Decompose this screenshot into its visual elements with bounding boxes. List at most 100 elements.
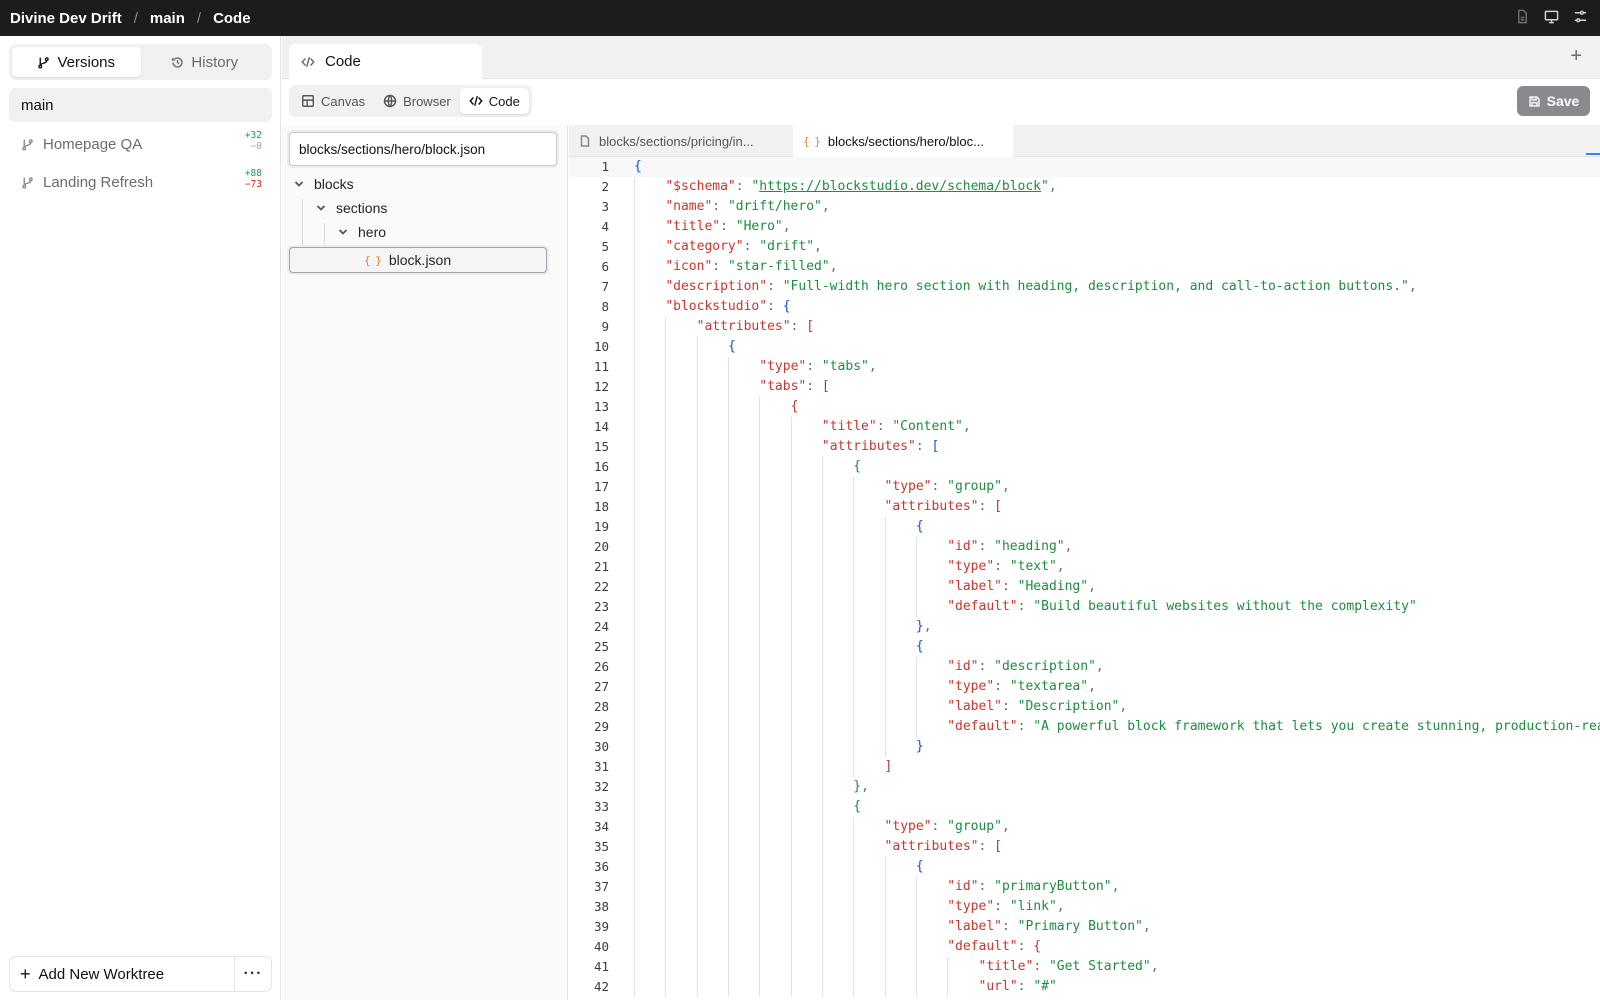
code-token: "text"	[1009, 559, 1057, 574]
line-number: 26	[593, 659, 609, 674]
line-number: 21	[593, 559, 609, 574]
code-line[interactable]: 5 "category": "drift",	[569, 237, 1600, 257]
code-line[interactable]: 11 "type": "tabs",	[569, 357, 1600, 377]
tab-history[interactable]: History	[141, 47, 270, 77]
add-tab-button[interactable]: +	[1570, 46, 1582, 66]
indent-guide	[634, 977, 635, 997]
more-options-button[interactable]: ···	[235, 957, 271, 991]
monitor-icon[interactable]	[1544, 9, 1559, 27]
code-line[interactable]: 40 "default": {	[569, 937, 1600, 957]
code-line[interactable]: 29 "default": "A powerful block framework…	[569, 717, 1600, 737]
line-number: 22	[593, 579, 609, 594]
tree-file-block-json[interactable]: { } block.json	[364, 248, 451, 272]
indent-guide	[821, 597, 823, 617]
code-line[interactable]: 28 "label": "Description",	[569, 697, 1600, 717]
diff-stat: +88 −73	[245, 168, 262, 190]
indent-guide	[665, 617, 667, 637]
tab-code[interactable]: Code	[289, 44, 482, 79]
code-area[interactable]: 1{2 "$schema": "https://blockstudio.dev/s…	[569, 157, 1600, 997]
code-text: "title": "Content",	[822, 417, 971, 437]
line-number: 34	[593, 819, 609, 834]
tab-versions[interactable]: Versions	[12, 47, 141, 77]
tree-folder-sections[interactable]: sections	[316, 196, 387, 220]
mode-code[interactable]: Code	[459, 88, 529, 114]
code-token: ,	[1056, 899, 1065, 914]
code-line[interactable]: 13 {	[569, 397, 1600, 417]
document-icon[interactable]	[1515, 9, 1530, 27]
code-line[interactable]: 15 "attributes": [	[569, 437, 1600, 457]
worktree-item-homepage-qa[interactable]: Homepage QA +32 −0	[9, 126, 272, 162]
code-line[interactable]: 1{	[569, 157, 1600, 177]
code-line[interactable]: 27 "type": "textarea",	[569, 677, 1600, 697]
code-line[interactable]: 10 {	[569, 337, 1600, 357]
code-line[interactable]: 26 "id": "description",	[569, 657, 1600, 677]
line-number: 18	[593, 499, 609, 514]
indent-guide	[853, 817, 855, 837]
code-token: "textarea"	[1009, 679, 1089, 694]
code-line[interactable]: 3 "name": "drift/hero",	[569, 197, 1600, 217]
code-line[interactable]: 7 "description": "Full-width hero section…	[569, 277, 1600, 297]
code-line[interactable]: 38 "type": "link",	[569, 897, 1600, 917]
code-line[interactable]: 31]	[569, 757, 1600, 777]
code-line[interactable]: 14 "title": "Content",	[569, 417, 1600, 437]
save-button[interactable]: Save	[1517, 86, 1590, 116]
code-line[interactable]: 4 "title": "Hero",	[569, 217, 1600, 237]
editor-tab-hero-block[interactable]: { } blocks/sections/hero/bloc...	[793, 125, 1013, 157]
breadcrumb-project[interactable]: Divine Dev Drift	[10, 10, 122, 27]
mode-canvas[interactable]: Canvas	[292, 88, 374, 114]
code-line[interactable]: 32},	[569, 777, 1600, 797]
indent-guide	[759, 877, 761, 897]
indent-guide	[853, 497, 855, 517]
code-token: :	[978, 879, 995, 894]
code-line[interactable]: 33 {	[569, 797, 1600, 817]
worktree-item-landing-refresh[interactable]: Landing Refresh +88 −73	[9, 164, 272, 200]
code-line[interactable]: 2 "$schema": "https://blockstudio.dev/sch…	[569, 177, 1600, 197]
code-line[interactable]: 8 "blockstudio": {	[569, 297, 1600, 317]
indent-guide	[634, 297, 635, 317]
indent-guide	[696, 957, 698, 977]
breadcrumb-branch[interactable]: main	[150, 10, 185, 27]
tree-folder-hero[interactable]: hero	[338, 220, 386, 244]
add-worktree-button[interactable]: + Add New Worktree	[10, 957, 235, 991]
indent-guide	[821, 777, 823, 797]
editor-tab-pricing[interactable]: blocks/sections/pricing/in...	[569, 125, 789, 157]
code-line[interactable]: 23 "default": "Build beautiful websites w…	[569, 597, 1600, 617]
code-line[interactable]: 24},	[569, 617, 1600, 637]
code-line[interactable]: 41 "title": "Get Started",	[569, 957, 1600, 977]
code-line[interactable]: 9 "attributes": [	[569, 317, 1600, 337]
code-token[interactable]: https://blockstudio.dev/schema/block	[759, 179, 1041, 194]
file-path-input[interactable]	[289, 132, 557, 166]
code-line[interactable]: 37 "id": "primaryButton",	[569, 877, 1600, 897]
code-line[interactable]: 16 {	[569, 457, 1600, 477]
code-line[interactable]: 18 "attributes": [	[569, 497, 1600, 517]
code-line[interactable]: 19 {	[569, 517, 1600, 537]
code-line[interactable]: 12 "tabs": [	[569, 377, 1600, 397]
code-line[interactable]: 25 {	[569, 637, 1600, 657]
code-line[interactable]: 36 {	[569, 857, 1600, 877]
indent-guide	[696, 757, 698, 777]
code-token: "primaryButton"	[994, 879, 1112, 894]
code-line[interactable]: 30}	[569, 737, 1600, 757]
code-line[interactable]: 20 "id": "heading",	[569, 537, 1600, 557]
code-line[interactable]: 21 "type": "text",	[569, 557, 1600, 577]
code-token: "	[1041, 179, 1049, 194]
sliders-icon[interactable]	[1573, 9, 1588, 27]
code-line[interactable]: 42 "url": "#"	[569, 977, 1600, 997]
indent-guide	[915, 957, 917, 977]
indent-guide	[821, 897, 823, 917]
code-token: "drift/hero"	[727, 199, 822, 214]
breadcrumb-view[interactable]: Code	[213, 10, 251, 27]
tree-folder-blocks[interactable]: blocks	[294, 172, 354, 196]
code-token: {	[915, 859, 924, 874]
mode-browser[interactable]: Browser	[374, 88, 460, 114]
indent-guide	[821, 497, 823, 517]
code-line[interactable]: 22 "label": "Heading",	[569, 577, 1600, 597]
code-line[interactable]: 35 "attributes": [	[569, 837, 1600, 857]
code-line[interactable]: 39 "label": "Primary Button",	[569, 917, 1600, 937]
branch-item-main[interactable]: main	[9, 88, 272, 122]
code-line[interactable]: 17 "type": "group",	[569, 477, 1600, 497]
code-line[interactable]: 6 "icon": "star-filled",	[569, 257, 1600, 277]
code-token: "icon"	[665, 259, 713, 274]
indent-guide	[759, 657, 761, 677]
code-line[interactable]: 34 "type": "group",	[569, 817, 1600, 837]
